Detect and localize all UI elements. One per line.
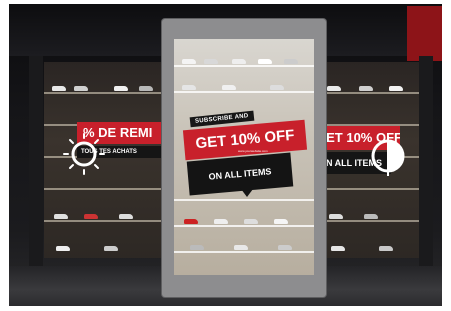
shoe: [379, 246, 393, 251]
image-frame: % DE REMI TOUS TES ACHATS GET 10% OFF ON…: [0, 0, 451, 311]
shelf: [319, 92, 419, 94]
shelf: [174, 91, 314, 93]
shoe: [364, 214, 378, 219]
shoe: [284, 59, 298, 64]
shoe: [204, 59, 218, 64]
shoe: [190, 245, 204, 250]
shelf: [174, 65, 314, 67]
shoe: [389, 86, 403, 91]
shoe: [222, 85, 236, 90]
shoe: [74, 86, 88, 91]
shoe: [104, 246, 118, 251]
shoe: [244, 219, 258, 224]
shelf: [319, 220, 419, 222]
pillar: [29, 56, 43, 266]
shoe: [234, 245, 248, 250]
shoe: [119, 214, 133, 219]
shoe: [359, 86, 373, 91]
shoe: [232, 59, 246, 64]
shoe: [182, 59, 196, 64]
kiosk-screen: SUBSCRIBE AND GET 10% OFF www.yourwebsit…: [174, 39, 314, 275]
shoe: [270, 85, 284, 90]
shoe: [331, 246, 345, 251]
digital-signage-kiosk: SUBSCRIBE AND GET 10% OFF www.yourwebsit…: [162, 19, 326, 297]
shoe: [329, 214, 343, 219]
shelf: [44, 220, 161, 222]
shoe: [56, 246, 70, 251]
speech-tail: [238, 185, 256, 197]
shelf: [319, 188, 419, 190]
shelf: [44, 188, 161, 190]
shoe: [84, 214, 98, 219]
shoe: [52, 86, 66, 91]
contrast-icon[interactable]: [366, 134, 410, 178]
shoe: [139, 86, 153, 91]
shoe: [184, 219, 198, 224]
shoe: [274, 219, 288, 224]
shoe: [214, 219, 228, 224]
shelf: [174, 251, 314, 253]
shelf: [174, 225, 314, 227]
shoe: [327, 86, 341, 91]
shelf: [44, 92, 161, 94]
shoe: [182, 85, 196, 90]
website-url: www.yourwebsite.com: [238, 149, 268, 153]
shoe: [54, 214, 68, 219]
shoe: [114, 86, 128, 91]
shoe: [278, 245, 292, 250]
shoe: [258, 59, 272, 64]
brightness-icon[interactable]: [62, 132, 106, 176]
pillar: [419, 56, 433, 266]
red-awning-accent: [407, 6, 442, 61]
shelf: [174, 199, 314, 201]
